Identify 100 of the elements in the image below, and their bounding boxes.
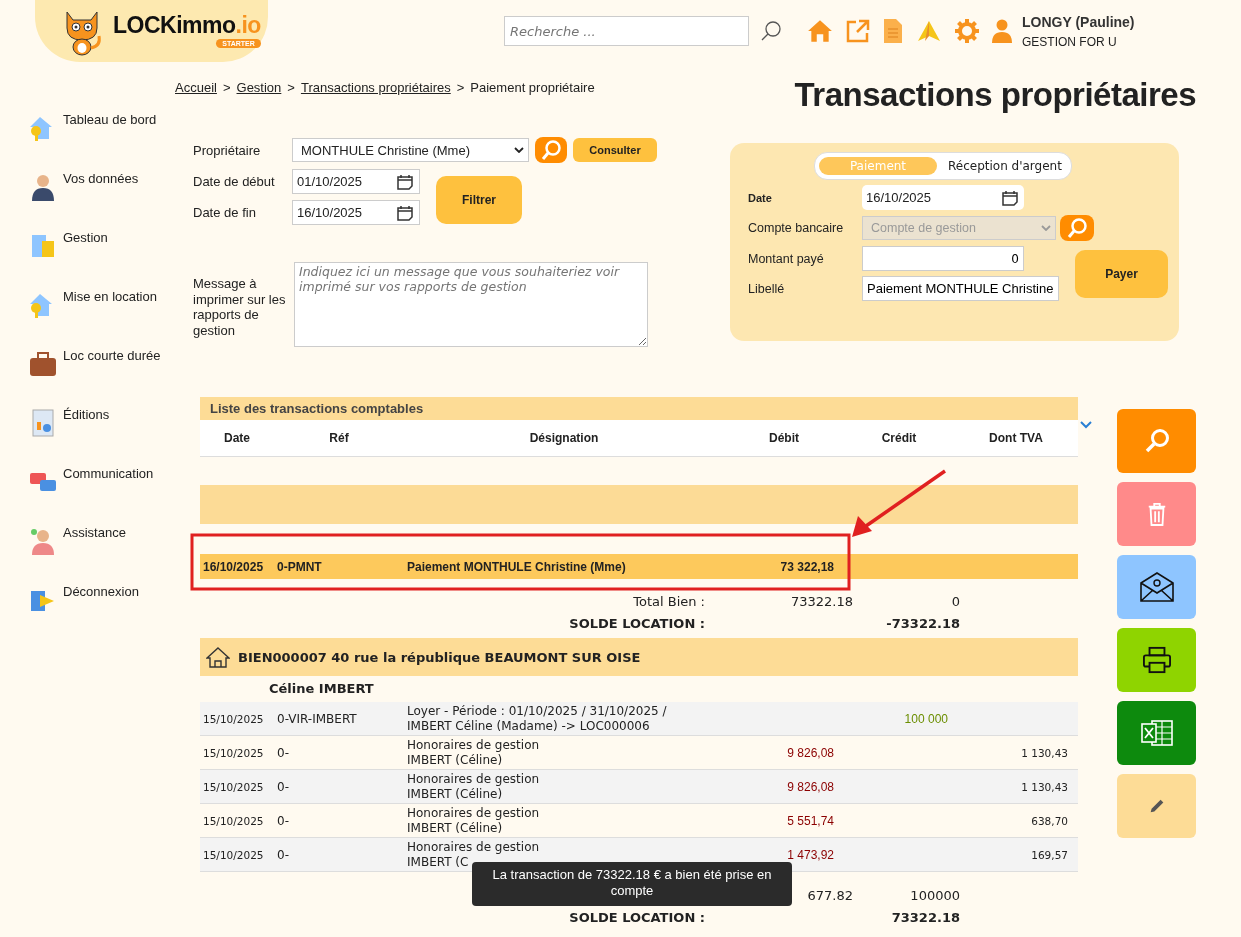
sidebar-item[interactable]: Communication [63,466,154,481]
filter-button[interactable]: Filtrer [436,176,522,224]
total-label: Total Bien : [633,593,705,609]
total-value: 73322.18 [790,593,853,609]
sidebar-item[interactable]: Gestion [63,230,108,245]
email-button[interactable] [1117,555,1196,619]
balance-value: -73322.18 [886,615,960,631]
column-header: Désignation [528,431,600,445]
table-cell-text: 169,57 [1030,848,1069,861]
tab[interactable]: Réception d'argent [943,157,1067,175]
table-cell-text: 0- [276,813,290,828]
table-cell-text: Honoraires de gestion IMBERT (Céline) [406,806,541,835]
table-cell-text: 15/10/2025 [202,712,265,725]
date-field[interactable]: 01/10/2025 [292,169,420,194]
total-value: 677.82 [807,887,853,903]
user-name: LONGY (Pauline) [1022,13,1135,30]
field-label: Montant payé [748,251,825,266]
table-cell-text: 0-PMNT [276,559,323,574]
table-title: Liste des transactions comptables [200,397,1078,420]
table-cell-text: 1 130,43 [1020,746,1069,759]
total-value: 100000 [910,887,960,903]
date-field[interactable]: 16/10/2025 [862,185,1024,210]
table-cell-text: 1 473,92 [786,847,835,862]
table-cell-text: 15/10/2025 [202,780,265,793]
consult-button[interactable]: Consulter [573,138,657,162]
field-label: Date de début [193,174,276,189]
sidebar-item[interactable]: Éditions [63,407,110,422]
breadcrumb-link[interactable]: Accueil [175,80,217,95]
calendar-icon[interactable] [397,173,413,190]
sidebar-item[interactable]: Loc courte durée [63,348,161,363]
sidebar-item[interactable]: Déconnexion [63,584,139,599]
column-header: Débit [768,431,800,445]
sidebar-item[interactable]: Vos données [63,171,139,186]
table-cell-text: 1 130,43 [1020,780,1069,793]
breadcrumb-link[interactable]: Transactions propriétaires [300,80,451,95]
table-cell-text: 15/10/2025 [202,814,265,827]
search-icon[interactable] [759,19,783,43]
field-label: Date [748,191,773,204]
table-cell-text: Honoraires de gestion IMBERT (Céline) [406,738,541,767]
sidebar-item[interactable]: Assistance [63,525,126,540]
breadcrumb-separator: > [456,80,465,95]
table-cell-text: 100 000 [903,711,949,726]
page-title: Transactions propriétaires [794,78,1196,111]
table-cell-text: 0- [276,745,290,760]
balance-value: 73322.18 [891,909,960,925]
table-cell-text: 638,70 [1030,814,1069,827]
paper-plane-icon[interactable] [916,20,942,42]
owner-select[interactable]: MONTHULE Christine (Mme) [292,138,529,162]
excel-export-button[interactable] [1117,701,1196,765]
breadcrumb-link[interactable]: Gestion [236,80,282,95]
highlighted-row[interactable]: 16/10/2025 0-PMNT Paiement MONTHULE Christine (Mme) 73 322,18 [200,554,1078,579]
table-cell-text: 16/10/2025 [202,559,265,574]
column-header: Dont TVA [988,431,1044,445]
table-cell-text: Honoraires de gestion IMBERT (Céline) [406,772,541,801]
breadcrumb-separator: > [287,80,295,95]
column-header: Date [223,431,251,445]
table-cell-text: 9 826,08 [786,779,835,794]
table-cell-text: 0- [276,779,290,794]
field-label: Compte bancaire [748,221,845,235]
sidebar-item[interactable]: Tableau de bord [63,112,157,127]
home-icon[interactable] [807,18,833,44]
house-icon [206,646,230,668]
chevron-down-icon[interactable] [514,147,524,153]
label-field[interactable]: Paiement MONTHULE Christine [862,276,1059,301]
message-field[interactable]: Indiquez ici un message que vous souhaiteriez voir imprimé sur vos rapports de gestion [294,262,648,347]
balance-label: SOLDE LOCATION : [569,615,705,631]
search-button[interactable] [1117,409,1196,473]
field-label: Propriétaire [193,142,262,158]
search-field[interactable]: Recherche ... [504,16,749,46]
delete-button[interactable] [1117,482,1196,546]
calendar-icon[interactable] [397,204,413,221]
settings-icon[interactable] [955,19,979,43]
breadcrumb-current: Paiement propriétaire [470,80,595,95]
user-icon[interactable] [992,19,1012,43]
field-label: Libellé [748,281,786,296]
balance-label: SOLDE LOCATION : [569,909,705,925]
printer-icon [1141,646,1172,674]
company-name: GESTION FOR U [1022,34,1118,49]
table-cell-text: Paiement MONTHULE Christine (Mme) [406,559,627,574]
external-link-icon[interactable] [846,19,870,43]
table-cell-text: 5 551,74 [786,813,835,828]
property-title: BIEN000007 40 rue la république BEAUMONT SUR OISE [238,649,641,665]
envelope-icon [1138,571,1175,603]
document-icon[interactable] [883,18,903,44]
amount-field[interactable]: 0 [862,246,1024,271]
table-cell-text: 0-VIR-IMBERT [276,711,358,726]
column-header: Crédit [880,431,918,445]
tenant-name: Céline IMBERT [268,680,375,698]
print-button[interactable] [1117,628,1196,692]
table-cell-text: Loyer - Période : 01/10/2025 / 31/10/2025 / IMBERT Céline (Madame) -> LOC000006 [406,704,668,733]
pay-button[interactable]: Payer [1075,250,1168,298]
sidebar-item[interactable]: Mise en location [63,289,157,304]
date-field[interactable]: 16/10/2025 [292,200,420,225]
calendar-icon[interactable] [1002,189,1018,206]
table-cell-text: 73 322,18 [779,559,835,574]
spreadsheet-icon [1139,718,1174,748]
table-cell-text: 9 826,08 [786,745,835,760]
table-cell-text: 0- [276,847,290,862]
table-cell-text: 15/10/2025 [202,848,265,861]
field-label: Date de fin [193,205,257,220]
